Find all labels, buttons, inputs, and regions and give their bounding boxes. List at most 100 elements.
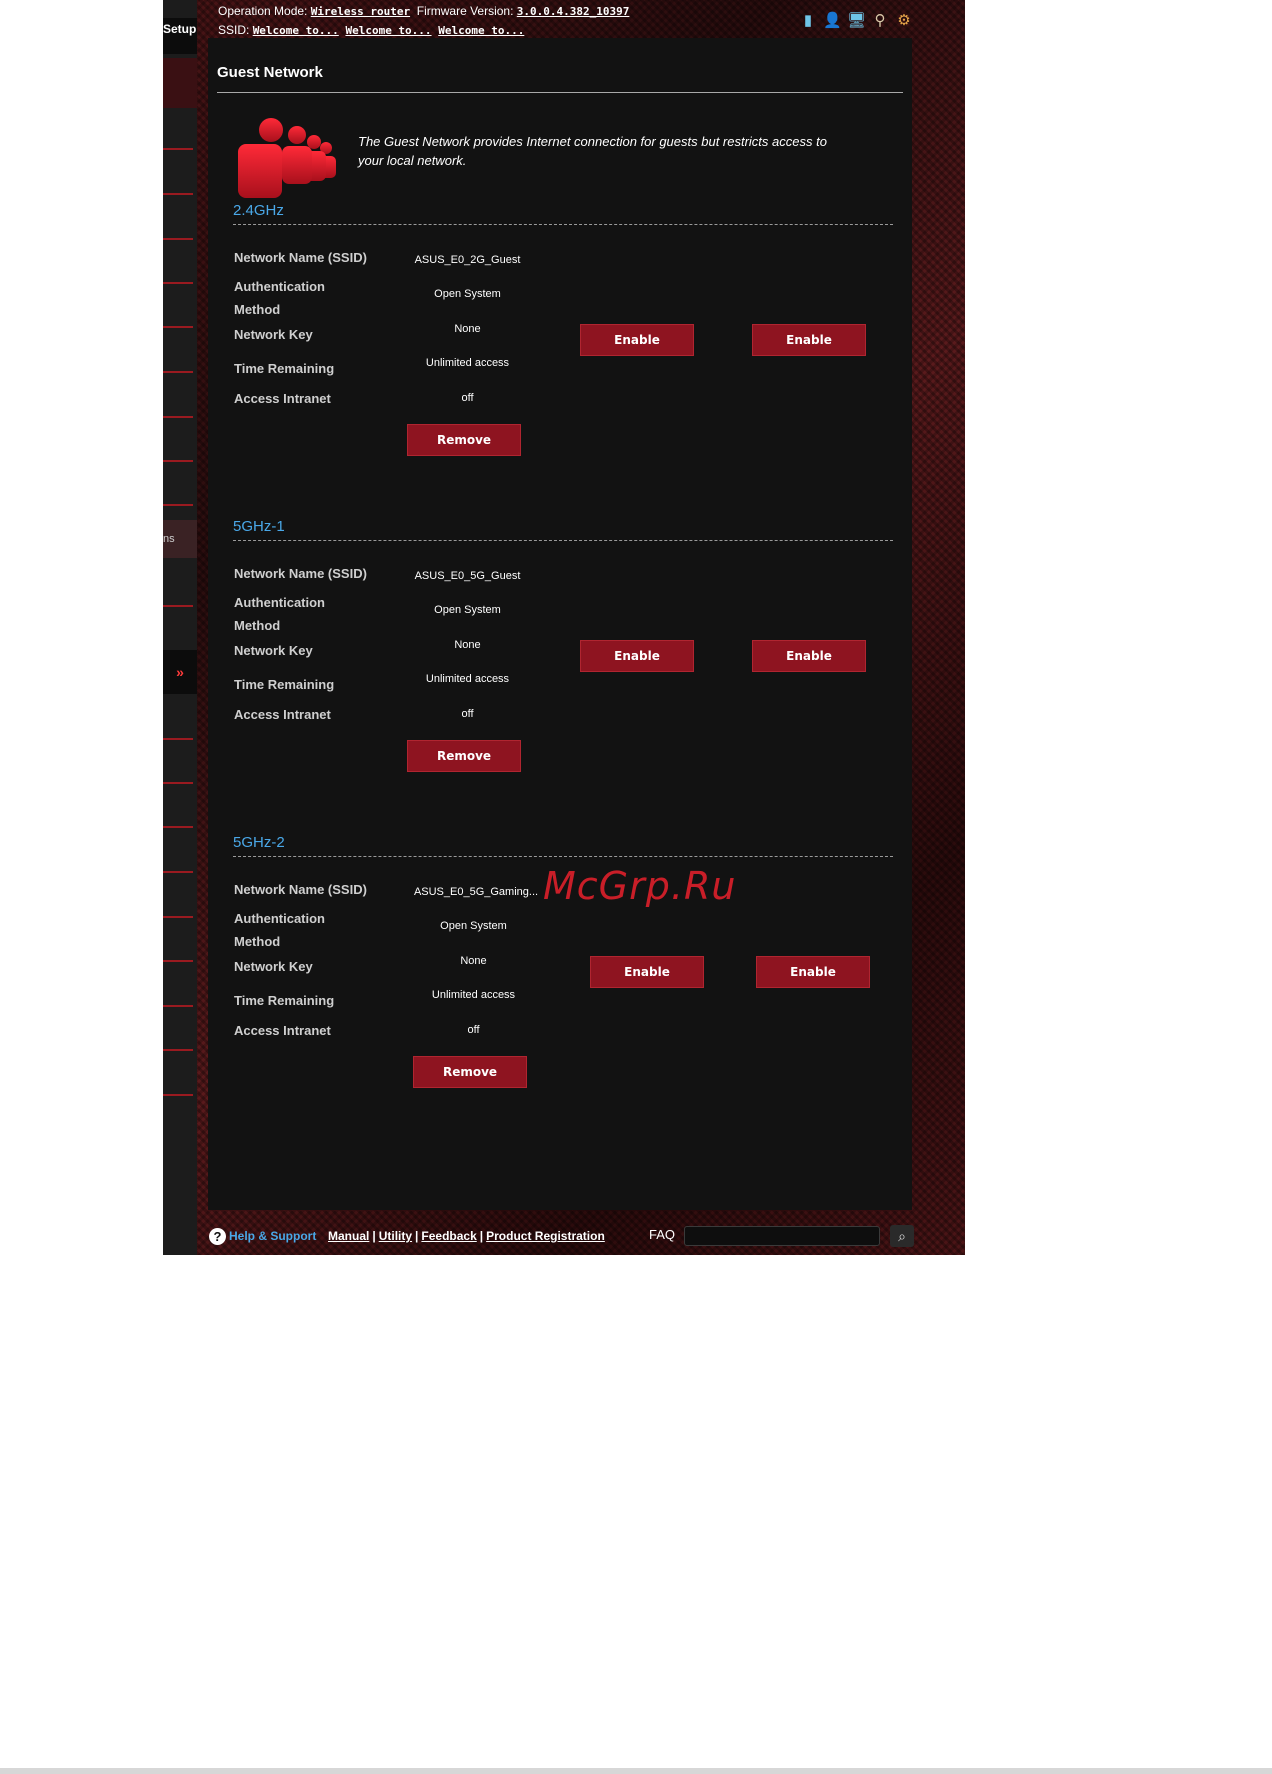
faq-label: FAQ [649,1227,676,1242]
enable-button[interactable]: Enable [756,956,870,988]
firmware-label: Firmware Version: [416,4,514,18]
page-title: Guest Network [217,64,903,93]
enable-button[interactable]: Enable [752,640,866,672]
ssid-value: ASUS_E0_5G_Gaming... [413,886,539,898]
page-bottom-strip [0,1768,1272,1774]
intranet-value: off [467,1024,480,1036]
nav-divider [163,1049,193,1051]
ssid-label: Network Name (SSID) [234,882,367,897]
faq-search-input[interactable] [684,1226,880,1246]
user-client-icon[interactable]: 👤 [823,12,842,30]
utility-link[interactable]: Utility [379,1229,412,1243]
page-description: The Guest Network provides Internet conn… [358,134,827,168]
nav-divider [163,916,193,918]
remove-button[interactable]: Remove [407,740,521,772]
nav-divider [163,782,193,784]
network-computers-icon[interactable]: 🖥 [847,12,866,30]
band-section-5ghz-1: 5GHz-1 Network Name (SSID) Authenticatio… [230,518,894,818]
intranet-label: Access Intranet [234,1023,331,1038]
enable-button[interactable]: Enable [580,640,694,672]
search-icon[interactable]: ⌕ [890,1225,914,1247]
ssid-label: SSID: [218,23,250,37]
band-title: 2.4GHz [233,202,893,225]
key-label: Network Key [234,959,313,974]
status-icons: ▮ 👤 🖥 ⚲ ⚙ [799,12,913,30]
time-label: Time Remaining [234,361,335,376]
nav-expand-button[interactable]: » [163,650,197,694]
key-value: None [454,323,481,335]
firmware-link[interactable]: 3.0.0.4.382_10397 [517,5,630,18]
nav-divider [163,605,193,607]
ssid-value: ASUS_E0_5G_Guest [414,570,521,582]
manual-link[interactable]: Manual [328,1229,369,1243]
nav-divider [163,238,193,240]
watermark: McGrp.Ru [543,864,737,908]
op-mode-link[interactable]: Wireless router [311,5,410,18]
nav-divider [163,416,193,418]
footer: ? Help & Support Manual | Utility | Feedback… [163,1222,965,1252]
op-mode-label: Operation Mode: [218,4,308,18]
help-icon: ? [209,1228,226,1245]
usb-icon[interactable]: ⚲ [871,12,889,30]
band-title: 5GHz-2 [233,834,893,857]
nav-divider [163,460,193,462]
nav-divider [163,193,193,195]
content-panel: Guest Network The Guest Network provides… [208,38,912,1210]
band-section-24ghz: 2.4GHz Network Name (SSID) Authenticatio… [230,202,894,502]
nav-divider [163,282,193,284]
nav-divider [163,960,193,962]
remove-button[interactable]: Remove [407,424,521,456]
settings-icon[interactable]: ⚙ [895,12,913,30]
nav-setup-item[interactable]: Setup [163,18,197,54]
intranet-label: Access Intranet [234,391,331,406]
auth-value: Open System [434,288,501,300]
remove-button[interactable]: Remove [413,1056,527,1088]
intranet-value: off [461,392,474,404]
intranet-value: off [461,708,474,720]
footer-links: Manual | Utility | Feedback | Product Registra… [328,1229,605,1243]
nav-divider [163,148,193,150]
enable-button[interactable]: Enable [752,324,866,356]
band-title: 5GHz-1 [233,518,893,541]
time-value: Unlimited access [431,989,516,1001]
key-value: None [454,639,481,651]
nav-divider [163,826,193,828]
time-label: Time Remaining [234,993,335,1008]
ssid-link-5g2[interactable]: Welcome to... [438,24,524,37]
feedback-link[interactable]: Feedback [421,1229,476,1243]
status-bar: Operation Mode: Wireless router Firmware… [218,2,629,40]
enable-button[interactable]: Enable [580,324,694,356]
product-registration-link[interactable]: Product Registration [486,1229,605,1243]
nav-block[interactable] [163,58,197,108]
sim-card-icon[interactable]: ▮ [799,12,817,30]
nav-divider [163,504,193,506]
nav-item-partial[interactable]: ns [163,520,197,558]
router-ui-frame: Setup ns » Operation Mode: Wireless rout… [163,0,965,1255]
left-nav: Setup ns » [163,0,197,1255]
enable-button[interactable]: Enable [590,956,704,988]
intranet-label: Access Intranet [234,707,331,722]
time-value: Unlimited access [425,357,510,369]
key-label: Network Key [234,643,313,658]
help-support-label: Help & Support [229,1229,317,1243]
ssid-link-5g1[interactable]: Welcome to... [345,24,431,37]
time-label: Time Remaining [234,677,335,692]
auth-label: Authentication Method [234,595,325,633]
key-label: Network Key [234,327,313,342]
auth-label: Authentication Method [234,279,325,317]
auth-value: Open System [440,920,507,932]
ssid-value: ASUS_E0_2G_Guest [414,254,521,266]
key-value: None [460,955,487,967]
guest-users-icon [238,118,336,198]
ssid-link-24g[interactable]: Welcome to... [253,24,339,37]
nav-divider [163,1005,193,1007]
ssid-label: Network Name (SSID) [234,566,367,581]
ssid-label: Network Name (SSID) [234,250,367,265]
nav-divider [163,326,193,328]
auth-value: Open System [434,604,501,616]
nav-divider [163,371,193,373]
auth-label: Authentication Method [234,911,325,949]
nav-divider [163,871,193,873]
nav-divider [163,1094,193,1096]
nav-divider [163,738,193,740]
